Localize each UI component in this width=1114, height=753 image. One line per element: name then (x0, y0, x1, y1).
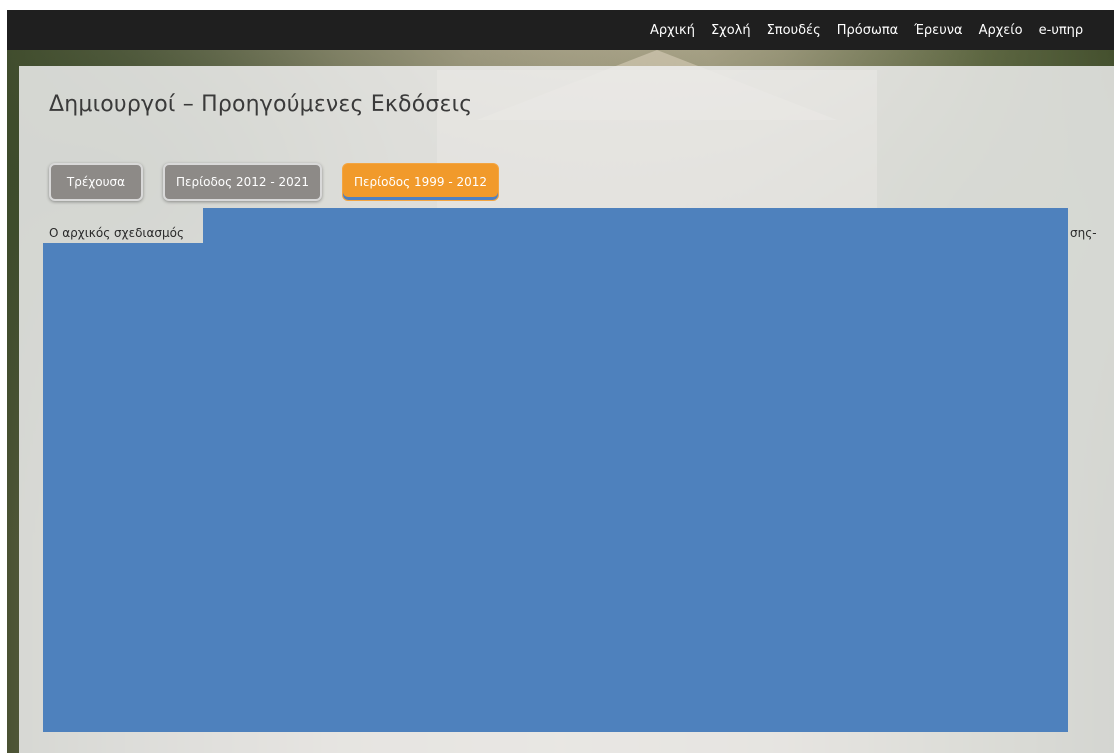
intro-text: Ο αρχικός σχεδιασμός (49, 226, 185, 240)
nav-item-home[interactable]: Αρχική (650, 23, 695, 38)
redacted-block-main (43, 243, 1068, 732)
tab-current[interactable]: Τρέχουσα (49, 163, 143, 201)
tab-period-1999-2012[interactable]: Περίοδος 1999 - 2012 (342, 163, 499, 201)
nav-item-e-services[interactable]: e-υπηρ (1039, 23, 1084, 38)
nav-item-studies[interactable]: Σπουδές (767, 23, 821, 38)
top-navbar: Αρχική Σχολή Σπουδές Πρόσωπα Έρευνα Αρχε… (7, 10, 1114, 50)
nav-item-school[interactable]: Σχολή (711, 23, 751, 38)
intro-text-tail: σης- (1070, 226, 1097, 240)
nav-item-archive[interactable]: Αρχείο (979, 23, 1023, 38)
nav-menu: Αρχική Σχολή Σπουδές Πρόσωπα Έρευνα Αρχε… (650, 10, 1099, 50)
page-title: Δημιουργοί – Προηγούμενες Εκδόσεις (49, 92, 473, 117)
top-strip (0, 0, 1114, 10)
nav-item-research[interactable]: Έρευνα (914, 23, 962, 38)
nav-item-people[interactable]: Πρόσωπα (837, 23, 899, 38)
tab-period-2012-2021[interactable]: Περίοδος 2012 - 2021 (163, 163, 322, 201)
